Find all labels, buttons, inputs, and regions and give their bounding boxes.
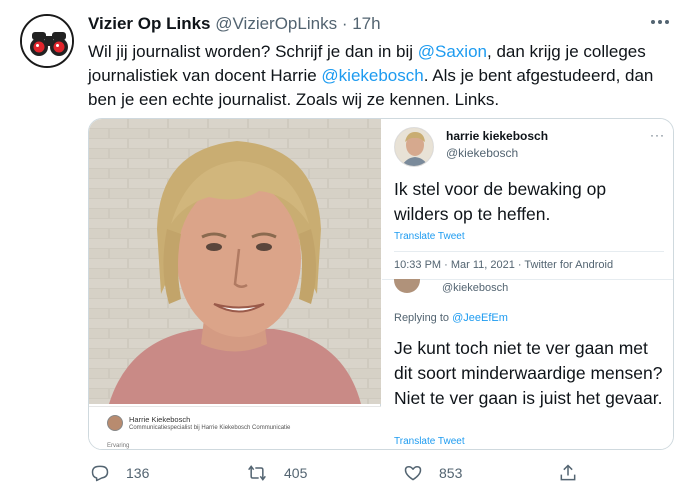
portrait-photo [89, 119, 381, 404]
cropped-avatar [394, 279, 420, 293]
quoted-author-name: harrie kiekebosch [446, 129, 549, 143]
tweet-media[interactable]: Harrie Kiekebosch Communicatiespecialist… [88, 118, 674, 450]
retweet-button[interactable]: 405 [246, 458, 307, 488]
header-separator: · [341, 14, 348, 33]
author-handle[interactable]: @VizierOpLinks [215, 14, 337, 33]
quoted-avatar [394, 127, 434, 167]
quoted-divider [394, 251, 664, 252]
card-avatar [107, 415, 123, 431]
author-avatar[interactable] [20, 14, 74, 68]
cropped-handle: @kiekebosch [442, 282, 509, 294]
profile-card-footer: Harrie Kiekebosch Communicatiespecialist… [89, 406, 381, 449]
like-button[interactable]: 853 [403, 458, 462, 488]
tweet-header: Vizier Op Links @VizierOpLinks · 17h [88, 14, 381, 34]
card-extra: Ervaring [107, 443, 130, 449]
tweet-text-part1: Wil jij journalist worden? Schrijf je da… [88, 42, 418, 61]
heart-icon [404, 466, 422, 481]
quoted-avatar-image [395, 128, 433, 166]
replying-to-mention: @JeeEfEm [452, 312, 508, 324]
retweet-count: 405 [284, 465, 308, 481]
share-button[interactable] [558, 458, 578, 488]
replying-label: Replying to [394, 312, 453, 324]
tweet-time[interactable]: 17h [352, 14, 380, 33]
quoted-author-handle: @kiekebosch [446, 146, 519, 160]
mention-saxion-link[interactable]: @Saxion [418, 42, 487, 61]
tweet-text: Wil jij journalist worden? Schrijf je da… [88, 40, 668, 112]
quoted-tweet-screenshot: harrie kiekebosch @kiekebosch ··· Ik ste… [382, 119, 673, 449]
more-dots-icon [651, 20, 669, 24]
more-options-button[interactable] [648, 12, 672, 32]
author-name[interactable]: Vizier Op Links [88, 14, 211, 33]
like-count: 853 [439, 465, 463, 481]
reply-button[interactable]: 136 [90, 458, 149, 488]
share-icon [560, 464, 576, 481]
quoted-divider-2 [382, 279, 673, 280]
retweet-icon [248, 465, 266, 481]
quoted-translate-link: Translate Tweet [394, 231, 465, 242]
portrait-image [89, 119, 381, 404]
action-bar: 136 405 853 [88, 458, 674, 488]
reply-count: 136 [126, 465, 150, 481]
replying-to: Replying to @JeeEfEm [394, 312, 508, 324]
binoculars-logo-icon [22, 16, 72, 66]
profile-card-image: Harrie Kiekebosch Communicatiespecialist… [89, 119, 381, 449]
reply-icon [91, 465, 109, 482]
quoted-tweet-text: Ik stel voor de bewaking op wilders op t… [394, 179, 607, 224]
reply-translate-link: Translate Tweet [394, 436, 465, 447]
mention-kiekebosch-link[interactable]: @kiekebosch [321, 66, 423, 85]
reply-text: Je kunt toch niet te ver gaan met dit so… [394, 338, 663, 408]
card-name: Harrie Kiekebosch [129, 415, 191, 424]
card-subtitle: Communicatiespecialist bij Harrie Kiekeb… [129, 425, 291, 431]
quoted-more-icon: ··· [650, 128, 665, 142]
quoted-date: 10:33 PM · Mar 11, 2021 · Twitter for An… [394, 259, 614, 271]
